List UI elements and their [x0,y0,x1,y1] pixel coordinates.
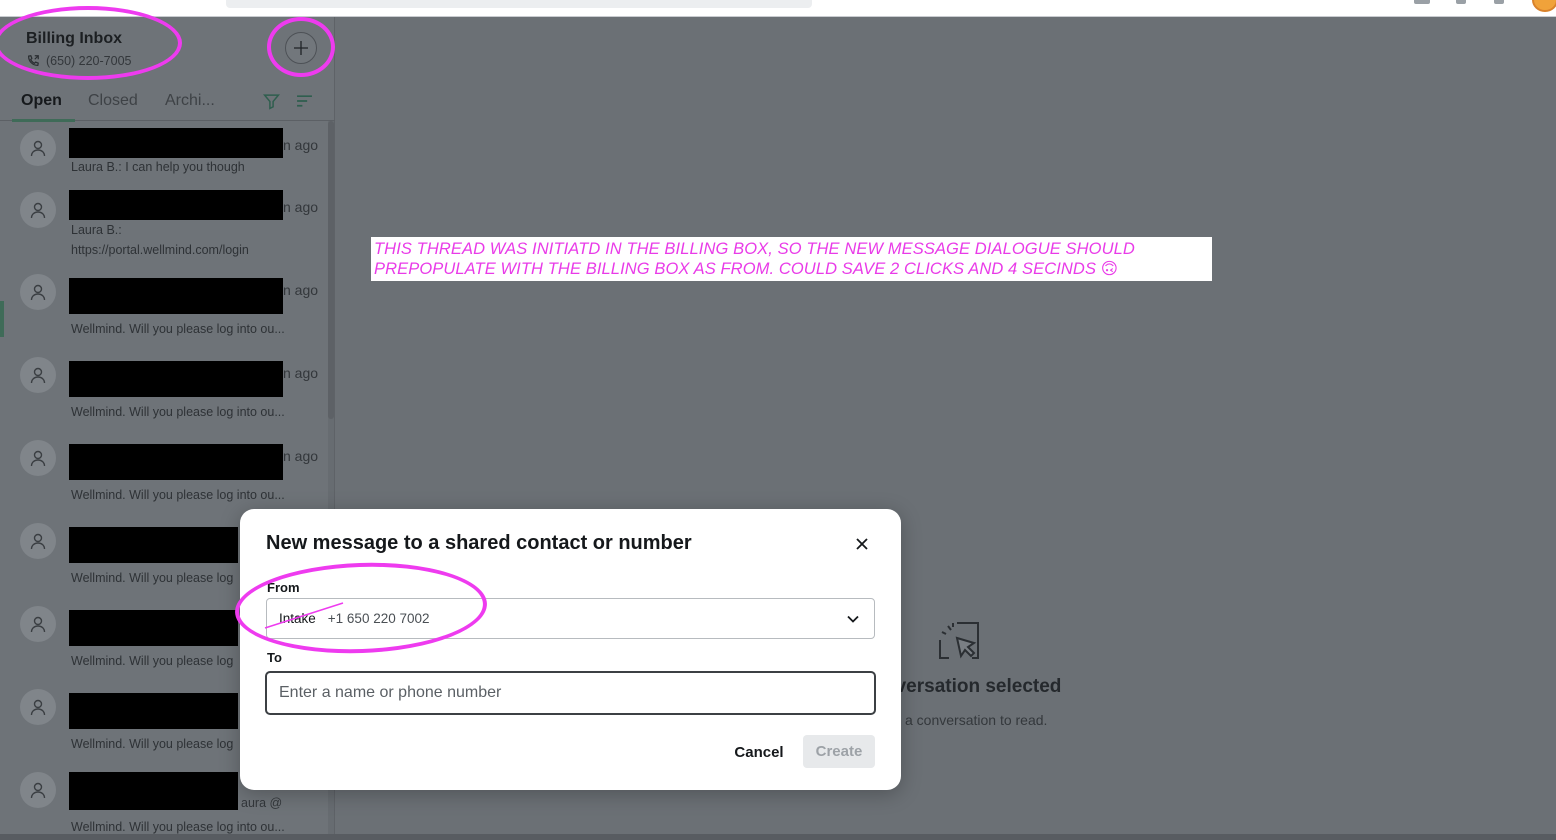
person-icon [30,450,46,467]
close-icon [856,538,868,550]
cancel-button[interactable]: Cancel [728,736,790,768]
conversation-snippet: Laura B.: I can help you though [71,160,245,174]
redacted-name [69,190,283,220]
avatar [20,772,56,808]
conversation-snippet: Wellmind. Will you please log into ou... [71,322,285,336]
inbox-phone-number: (650) 220-7005 [26,54,131,68]
extension-icon[interactable] [1494,0,1504,4]
conversation-time: n ago [283,137,319,153]
redacted-name [69,444,283,480]
redacted-name [69,693,238,729]
empty-state-title: nversation selected [884,676,1062,697]
person-icon [30,284,46,301]
person-icon [30,782,46,799]
conversation-snippet: Wellmind. Will you please log [71,654,234,668]
avatar [20,192,56,228]
avatar [20,689,56,725]
bottom-bar [0,834,1556,840]
tab-archived[interactable]: Archi... [165,91,215,121]
selected-row-indicator [0,301,4,337]
browser-toolbar [0,0,1556,17]
conversation-snippet: Wellmind. Will you please log into ou... [71,405,285,419]
conversation-tabs: Open Closed Archi... [0,91,335,122]
person-icon [30,140,46,157]
conversation-time: n ago [283,365,319,381]
to-input[interactable] [265,671,876,715]
inbox-phone-text: (650) 220-7005 [46,54,132,68]
tab-open[interactable]: Open [21,91,62,121]
annotation-strike-mark [264,602,344,629]
chevron-down-icon [847,615,859,623]
cursor-click-icon [939,622,979,659]
filter-icon[interactable] [263,93,280,110]
list-scrollbar-thumb[interactable] [328,121,334,419]
new-message-button[interactable] [285,32,317,64]
extension-icon[interactable] [1414,0,1430,4]
redacted-name [69,128,283,158]
phone-forward-icon [28,55,39,66]
conversation-time: n ago [283,199,319,215]
close-button[interactable] [851,533,873,555]
create-button[interactable]: Create [803,735,875,768]
extension-icon[interactable] [1456,0,1466,4]
conversation-snippet: Laura B.: https://portal.wellmind.com/lo… [71,223,249,257]
redacted-name [69,610,238,646]
profile-avatar[interactable] [1532,0,1556,12]
to-label: To [267,650,282,665]
from-select[interactable]: Intake +1 650 220 7002 [266,598,875,639]
avatar [20,357,56,393]
avatar [20,274,56,310]
address-bar[interactable] [226,0,812,8]
person-icon [30,367,46,384]
person-icon [30,533,46,550]
sort-icon[interactable] [296,93,313,110]
avatar [20,130,56,166]
person-icon [30,699,46,716]
new-message-dialog: New message to a shared contact or numbe… [240,509,901,790]
person-icon [30,616,46,633]
dialog-title: New message to a shared contact or numbe… [266,532,692,554]
conversation-time: aura @ [241,796,283,810]
inbox-title[interactable]: Billing Inbox [26,30,122,48]
conversation-time: n ago [283,282,319,298]
conversation-snippet: Wellmind. Will you please log [71,737,234,751]
avatar [20,523,56,559]
avatar [20,606,56,642]
person-icon [30,202,46,219]
redacted-name [69,278,283,314]
avatar [20,440,56,476]
redacted-name [69,772,238,810]
conversation-time: n ago [283,448,319,464]
conversation-snippet: Wellmind. Will you please log [71,571,234,585]
conversation-snippet: Wellmind. Will you please log into ou... [71,488,285,502]
annotation-note: THIS THREAD WAS INITIATD IN THE BILLING … [371,237,1212,281]
tab-closed[interactable]: Closed [88,91,138,121]
from-label: From [267,580,300,595]
empty-state-subtitle: a conversation to read. [905,712,1048,728]
plus-icon [294,41,308,55]
redacted-name [69,527,238,563]
redacted-name [69,361,283,397]
